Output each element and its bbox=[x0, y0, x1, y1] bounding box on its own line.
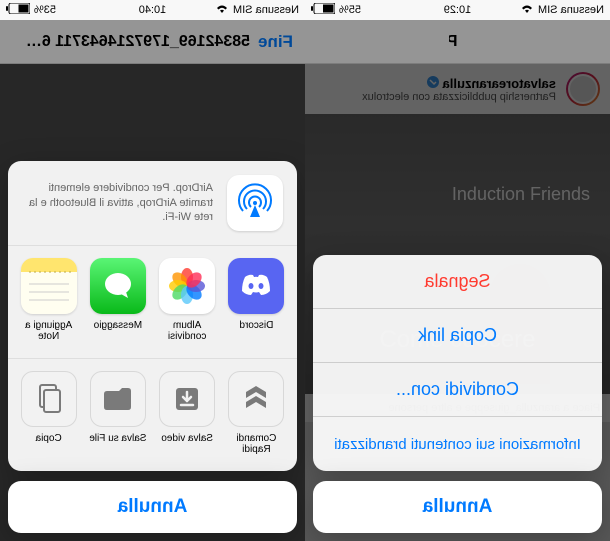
carrier-label: Nessuna SIM bbox=[233, 4, 299, 16]
airdrop-row[interactable]: AirDrop. Per condividere elementi tramit… bbox=[8, 161, 297, 246]
airdrop-icon bbox=[227, 175, 283, 231]
messages-icon bbox=[90, 258, 146, 314]
menu-item-branded-content-info[interactable]: Informazioni sui contenuti brandizzati bbox=[313, 417, 602, 471]
share-sheet: AirDrop. Per condividere elementi tramit… bbox=[8, 161, 297, 533]
share-app-discord[interactable]: Discord bbox=[222, 258, 291, 342]
files-icon bbox=[90, 371, 146, 427]
action-label: Salva video bbox=[161, 433, 213, 444]
share-actions-row: Comandi Rapidi Salva video Salva su File bbox=[8, 359, 297, 471]
share-apps-row: Discord bbox=[8, 246, 297, 359]
share-app-messages[interactable]: Messaggio bbox=[83, 258, 152, 342]
share-card: AirDrop. Per condividere elementi tramit… bbox=[8, 161, 297, 471]
cancel-button[interactable]: Annulla bbox=[8, 481, 297, 533]
battery-icon bbox=[311, 3, 335, 17]
battery-percent: 53% bbox=[34, 4, 56, 16]
menu-item-report[interactable]: Segnala bbox=[313, 255, 602, 309]
action-label: Salva su File bbox=[89, 433, 146, 444]
action-list: Segnala Copia link Condividi con... Info… bbox=[313, 255, 602, 471]
done-button[interactable]: Fine bbox=[258, 32, 293, 52]
nav-bar: Fine 58342169_1797214643711 68... bbox=[0, 20, 305, 64]
nav-bar: Post bbox=[305, 20, 610, 64]
discord-icon bbox=[228, 258, 284, 314]
clock: 10:29 bbox=[444, 4, 472, 16]
notes-icon bbox=[21, 258, 77, 314]
content-area: salvatorearanzulla Partnership pubbliciz… bbox=[305, 64, 610, 541]
copy-icon bbox=[21, 371, 77, 427]
wifi-icon bbox=[520, 4, 534, 17]
content-area: AirDrop. Per condividere elementi tramit… bbox=[0, 64, 305, 541]
page-title: 58342169_1797214643711 68... bbox=[12, 33, 258, 51]
action-copy[interactable]: Copia bbox=[14, 371, 83, 455]
battery-percent: 55% bbox=[339, 4, 361, 16]
phone-left: Nessuna SIM 10:40 53% Fine 58342169_1797… bbox=[0, 0, 305, 541]
app-label: Messaggio bbox=[94, 320, 142, 331]
cancel-button[interactable]: Annulla bbox=[313, 481, 602, 533]
carrier-label: Nessuna SIM bbox=[538, 4, 604, 16]
share-app-notes[interactable]: Aggiungi a Note bbox=[14, 258, 83, 342]
action-label: Copia bbox=[36, 433, 62, 444]
action-save-to-files[interactable]: Salva su File bbox=[83, 371, 152, 455]
menu-item-share-with[interactable]: Condividi con... bbox=[313, 363, 602, 417]
battery-icon bbox=[6, 3, 30, 17]
wifi-icon bbox=[215, 4, 229, 17]
save-video-icon bbox=[159, 371, 215, 427]
phone-right: Nessuna SIM 10:29 55% Post salvatorearan… bbox=[305, 0, 610, 541]
app-label: Discord bbox=[239, 320, 273, 331]
clock: 10:40 bbox=[139, 4, 167, 16]
photos-icon bbox=[159, 258, 215, 314]
app-label: Aggiungi a Note bbox=[17, 320, 81, 342]
status-bar: Nessuna SIM 10:40 53% bbox=[0, 0, 305, 20]
action-label: Comandi Rapidi bbox=[224, 433, 288, 455]
action-save-video[interactable]: Salva video bbox=[153, 371, 222, 455]
status-bar: Nessuna SIM 10:29 55% bbox=[305, 0, 610, 20]
action-shortcuts[interactable]: Comandi Rapidi bbox=[222, 371, 291, 455]
app-label: Album condivisi bbox=[155, 320, 219, 342]
menu-item-copy-link[interactable]: Copia link bbox=[313, 309, 602, 363]
action-sheet: Segnala Copia link Condividi con... Info… bbox=[313, 255, 602, 533]
share-app-shared-albums[interactable]: Album condivisi bbox=[153, 258, 222, 342]
page-title: Post bbox=[450, 33, 466, 51]
airdrop-description: AirDrop. Per condividere elementi tramit… bbox=[22, 181, 213, 226]
shortcuts-icon bbox=[228, 371, 284, 427]
